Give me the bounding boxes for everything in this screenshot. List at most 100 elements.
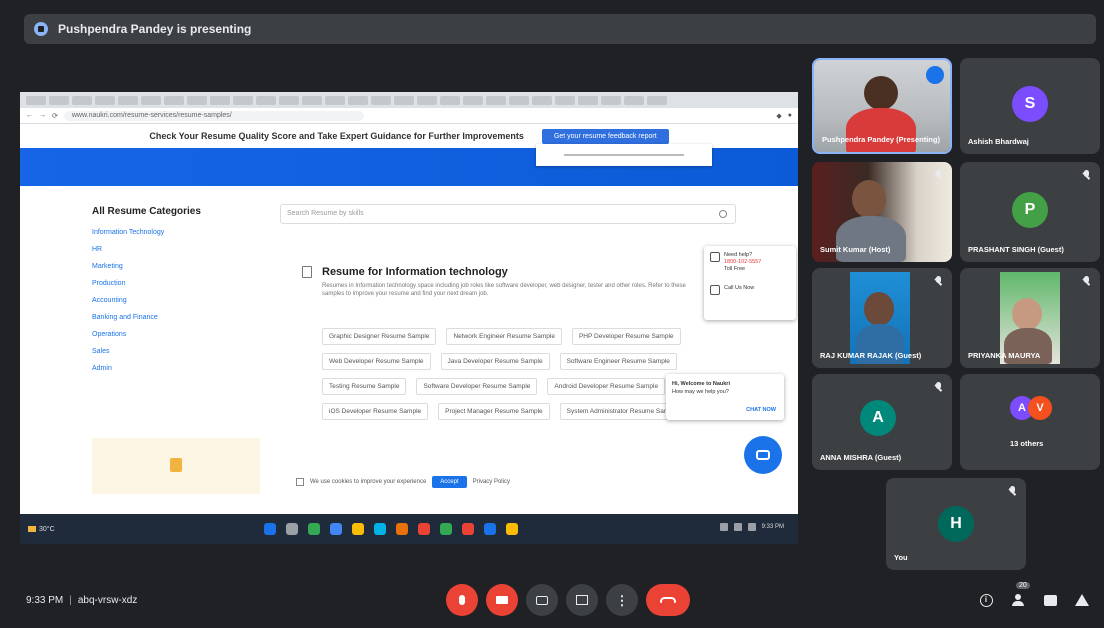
categories-panel: All Resume Categories Information Techno… bbox=[92, 206, 260, 382]
presenting-text: Pushpendra Pandey is presenting bbox=[58, 22, 252, 36]
privacy-policy-link: Privacy Policy bbox=[472, 479, 510, 485]
weather-widget: 30°C bbox=[28, 526, 88, 533]
category-link: HR bbox=[92, 246, 103, 253]
muted-mic-icon bbox=[935, 170, 942, 181]
windows-taskbar: 30°C 9:33 PM bbox=[20, 514, 798, 544]
category-link: Operations bbox=[92, 331, 127, 338]
chat-now-link: CHAT NOW bbox=[746, 407, 776, 413]
participant-tile[interactable]: A ANNA MISHRA (Guest) bbox=[812, 374, 952, 470]
page-content: All Resume Categories Information Techno… bbox=[20, 186, 798, 494]
call-controls: ⋮ bbox=[446, 584, 690, 616]
info-icon: i bbox=[979, 593, 993, 607]
extension-icon: ◆ bbox=[776, 112, 782, 120]
participant-tile[interactable]: P PRASHANT SINGH (Guest) bbox=[960, 162, 1100, 262]
taskbar-app-icon bbox=[440, 523, 452, 535]
cookie-bar: We use cookies to improve your experienc… bbox=[296, 474, 596, 490]
present-button[interactable] bbox=[566, 584, 598, 616]
more-options-button[interactable]: ⋮ bbox=[606, 584, 638, 616]
others-tile[interactable]: A V 13 others bbox=[960, 374, 1100, 470]
muted-mic-icon bbox=[1083, 170, 1090, 181]
participant-count-badge: 20 bbox=[1016, 582, 1030, 589]
category-link: Production bbox=[92, 280, 126, 287]
promo-illustration bbox=[92, 438, 260, 494]
muted-mic-icon bbox=[1083, 276, 1090, 287]
resume-sample-chips: Graphic Designer Resume Sample Network E… bbox=[322, 328, 722, 420]
volume-icon bbox=[733, 523, 742, 531]
section-title: Resume for Information technology bbox=[322, 266, 508, 278]
participant-name: Pushpendra Pandey (Presenting) bbox=[822, 135, 940, 144]
help-text: How may we help you? bbox=[672, 389, 729, 395]
participant-tile[interactable]: Pushpendra Pandey (Presenting) bbox=[812, 58, 952, 154]
sample-chip: Graphic Designer Resume Sample bbox=[322, 328, 437, 345]
meeting-details-button[interactable]: i bbox=[978, 592, 994, 608]
mic-off-icon bbox=[459, 595, 465, 605]
taskbar-app-icon bbox=[352, 523, 364, 535]
sample-chip: Project Manager Resume Sample bbox=[438, 403, 550, 420]
resume-search-input: Search Resume by skills bbox=[280, 204, 736, 224]
captions-button[interactable] bbox=[526, 584, 558, 616]
taskbar-app-icon bbox=[506, 523, 518, 535]
meeting-controls-bar: 9:33 PM | abq-vrsw-xdz ⋮ i 20 bbox=[0, 574, 1104, 628]
sample-chip: Software Developer Resume Sample bbox=[416, 378, 538, 395]
sample-chip: Android Developer Resume Sample bbox=[547, 378, 666, 395]
taskbar-app-icon bbox=[286, 523, 298, 535]
muted-mic-icon bbox=[935, 382, 942, 393]
document-icon bbox=[302, 266, 312, 278]
hero-band bbox=[20, 144, 798, 186]
chat-button[interactable] bbox=[1042, 592, 1058, 608]
participant-avatar: H bbox=[938, 506, 974, 542]
present-screen-icon bbox=[576, 595, 588, 605]
call-icon bbox=[710, 285, 720, 295]
side-panel-controls: i 20 bbox=[978, 582, 1090, 608]
chat-help-popup: Hi, Welcome to Naukri How may we help yo… bbox=[666, 374, 784, 420]
chat-icon bbox=[1043, 594, 1057, 606]
more-vert-icon: ⋮ bbox=[615, 592, 629, 608]
sample-chip: Network Engineer Resume Sample bbox=[446, 328, 562, 345]
participant-tile[interactable]: RAJ KUMAR RAJAK (Guest) bbox=[812, 268, 952, 368]
participant-avatar: S bbox=[1012, 86, 1048, 122]
sample-chip: Web Developer Resume Sample bbox=[322, 353, 431, 370]
taskbar-app-icon bbox=[396, 523, 408, 535]
section-description: Resumes in Information technology space … bbox=[322, 283, 686, 297]
cookie-text: We use cookies to improve your experienc… bbox=[310, 479, 427, 485]
phone-icon bbox=[710, 252, 720, 262]
sample-chip: Java Developer Resume Sample bbox=[440, 353, 550, 370]
captions-icon bbox=[536, 595, 548, 605]
activities-button[interactable] bbox=[1074, 592, 1090, 608]
participant-tile[interactable]: PRIYANKA MAURYA bbox=[960, 268, 1100, 368]
category-link: Admin bbox=[92, 365, 112, 372]
meeting-info: 9:33 PM | abq-vrsw-xdz bbox=[26, 595, 138, 606]
wifi-icon bbox=[719, 523, 728, 531]
participant-tile[interactable]: S Ashish Bhardwaj bbox=[960, 58, 1100, 154]
self-tile[interactable]: H You bbox=[886, 478, 1026, 570]
participant-name: PRIYANKA MAURYA bbox=[968, 351, 1041, 360]
category-link: Accounting bbox=[92, 297, 127, 304]
speaking-indicator-icon bbox=[926, 66, 944, 84]
taskbar-apps bbox=[264, 523, 518, 535]
weather-icon bbox=[28, 526, 36, 532]
people-icon bbox=[1012, 594, 1024, 606]
taskbar-app-icon bbox=[484, 523, 496, 535]
participant-name: RAJ KUMAR RAJAK (Guest) bbox=[820, 351, 922, 360]
category-link: Information Technology bbox=[92, 229, 165, 236]
shared-screen: ← → ⟳ www.naukri.com/resume-services/res… bbox=[20, 92, 798, 514]
taskbar-app-icon bbox=[418, 523, 430, 535]
participant-tile[interactable]: Sumit Kumar (Host) bbox=[812, 162, 952, 262]
presenting-banner: Pushpendra Pandey is presenting bbox=[24, 14, 1096, 44]
browser-address-bar: ← → ⟳ www.naukri.com/resume-services/res… bbox=[20, 108, 798, 124]
categories-title: All Resume Categories bbox=[92, 206, 201, 217]
microphone-toggle-button[interactable] bbox=[446, 584, 478, 616]
contact-card: Need help? 1800-102-5557 Toll Free Call Us… bbox=[704, 246, 796, 320]
sample-chip: Testing Resume Sample bbox=[322, 378, 407, 395]
battery-icon bbox=[747, 523, 756, 531]
taskbar-app-icon bbox=[308, 523, 320, 535]
people-button[interactable]: 20 bbox=[1010, 582, 1030, 608]
leave-call-button[interactable] bbox=[646, 584, 690, 616]
participant-avatar: A bbox=[860, 400, 896, 436]
participant-name: PRASHANT SINGH (Guest) bbox=[968, 245, 1064, 254]
url-field: www.naukri.com/resume-services/resume-sa… bbox=[63, 110, 364, 121]
meeting-code: abq-vrsw-xdz bbox=[77, 595, 138, 606]
participant-name: Ashish Bhardwaj bbox=[968, 137, 1029, 146]
cookie-checkbox bbox=[296, 478, 304, 486]
camera-toggle-button[interactable] bbox=[486, 584, 518, 616]
